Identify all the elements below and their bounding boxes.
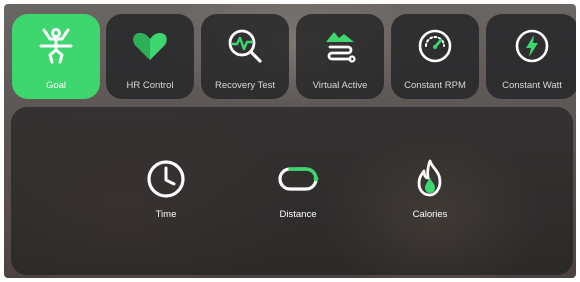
lightning-icon	[512, 26, 552, 66]
goal-option-calories[interactable]: Calories	[395, 157, 465, 220]
clock-icon	[144, 157, 188, 201]
mode-tile-label: Constant RPM	[404, 80, 466, 91]
mode-tile-label: Goal	[45, 80, 67, 91]
goal-option-label: Time	[155, 209, 177, 220]
mode-tile-hr-control[interactable]: HR Control	[106, 14, 194, 99]
mode-tile-goal[interactable]: Goal	[12, 14, 100, 99]
mode-selector: Goal HR Control Recovery Test Virtual Ac…	[4, 4, 576, 104]
mode-tile-label: Constant Watt	[502, 80, 562, 91]
goal-options-panel: Time Distance Calories	[11, 107, 573, 275]
flame-icon	[408, 157, 452, 201]
heart-icon	[130, 26, 170, 66]
mode-tile-constant-rpm[interactable]: Constant RPM	[391, 14, 479, 99]
goal-option-label: Distance	[279, 209, 317, 220]
speedometer-icon	[415, 26, 455, 66]
mode-tile-label: HR Control	[126, 80, 174, 91]
goal-option-time[interactable]: Time	[131, 157, 201, 220]
mode-tile-virtual-active[interactable]: Virtual Active	[296, 14, 384, 99]
recovery-magnifier-icon	[225, 26, 265, 66]
goal-option-label: Calories	[412, 209, 448, 220]
distance-track-icon	[276, 157, 320, 201]
app-screen: Goal HR Control Recovery Test Virtual Ac…	[4, 4, 576, 278]
mountain-route-icon	[320, 26, 360, 66]
mode-tile-label: Virtual Active	[312, 80, 368, 91]
goal-option-distance[interactable]: Distance	[263, 157, 333, 220]
goal-person-icon	[36, 26, 76, 66]
mode-tile-label: Recovery Test	[214, 80, 275, 91]
mode-tile-recovery-test[interactable]: Recovery Test	[201, 14, 289, 99]
mode-tile-constant-watt[interactable]: Constant Watt	[486, 14, 576, 99]
